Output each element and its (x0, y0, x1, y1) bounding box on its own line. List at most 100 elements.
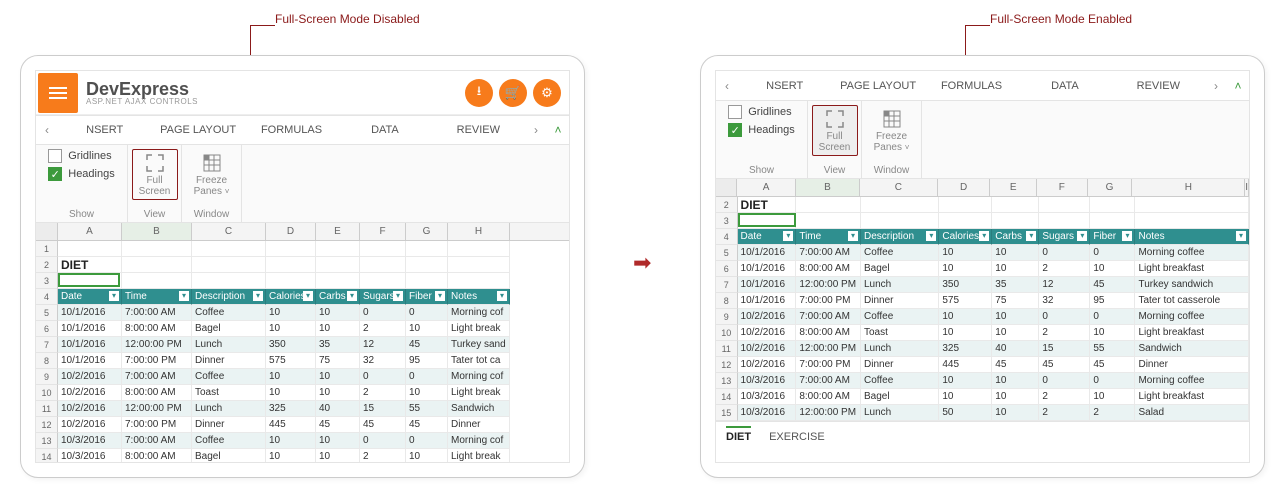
column-header-F[interactable]: F (1037, 179, 1088, 196)
gridlines-checkbox[interactable]: Gridlines (48, 149, 111, 163)
filter-dropdown-icon[interactable]: ▾ (179, 291, 189, 301)
table-header[interactable]: Date▾ (738, 229, 797, 245)
table-row[interactable]: 1010/2/20168:00:00 AMToast1010210Light b… (716, 325, 1249, 341)
fullscreen-button[interactable]: FullScreen (132, 149, 178, 200)
tab-insert[interactable]: NSERT (58, 124, 151, 136)
filter-dropdown-icon[interactable]: ▾ (435, 291, 445, 301)
table-row[interactable]: 1410/3/20168:00:00 AMBagel1010210Light b… (36, 449, 569, 463)
fullscreen-button[interactable]: FullScreen (812, 105, 858, 156)
sheet-tab-diet[interactable]: DIET (726, 426, 751, 443)
filter-dropdown-icon[interactable]: ▾ (979, 231, 989, 241)
table-header[interactable]: Calories▾ (939, 229, 992, 245)
filter-dropdown-icon[interactable]: ▾ (1122, 231, 1132, 241)
column-header-B[interactable]: B (796, 179, 860, 196)
tab-data[interactable]: DATA (1018, 80, 1111, 92)
table-row[interactable]: 710/1/201612:00:00 PMLunch350351245Turke… (36, 337, 569, 353)
download-icon[interactable]: ⭳ (465, 79, 493, 107)
column-header-E[interactable]: E (990, 179, 1037, 196)
table-row[interactable]: 710/1/201612:00:00 PMLunch350351245Turke… (716, 277, 1249, 293)
headings-checkbox[interactable]: ✓ Headings (728, 123, 794, 137)
tabs-prev-button[interactable]: ‹ (716, 79, 738, 93)
tab-formulas[interactable]: FORMULAS (925, 80, 1018, 92)
filter-dropdown-icon[interactable]: ▾ (347, 291, 357, 301)
table-row[interactable]: 1210/2/20167:00:00 PMDinner445454545Dinn… (36, 417, 569, 433)
table-row[interactable]: 1410/3/20168:00:00 AMBagel1010210Light b… (716, 389, 1249, 405)
table-header[interactable]: Description▾ (192, 289, 266, 305)
tab-formulas[interactable]: FORMULAS (245, 124, 338, 136)
column-header-B[interactable]: B (122, 223, 192, 240)
filter-dropdown-icon[interactable]: ▾ (303, 291, 313, 301)
table-row[interactable]: 810/1/20167:00:00 PMDinner575753295Tater… (716, 293, 1249, 309)
tabs-next-button[interactable]: › (1205, 79, 1227, 93)
tabs-next-button[interactable]: › (525, 123, 547, 137)
column-header-H[interactable]: H (448, 223, 510, 240)
column-header-I[interactable]: I (1245, 179, 1249, 196)
gridlines-checkbox[interactable]: Gridlines (728, 105, 791, 119)
filter-dropdown-icon[interactable]: ▾ (393, 291, 403, 301)
ribbon-collapse-button[interactable]: ˄ (1227, 79, 1249, 93)
table-row[interactable]: 810/1/20167:00:00 PMDinner575753295Tater… (36, 353, 569, 369)
table-header[interactable]: Notes▾ (1135, 229, 1249, 245)
filter-dropdown-icon[interactable]: ▾ (1236, 231, 1246, 241)
table-row[interactable]: 1110/2/201612:00:00 PMLunch325401555Sand… (716, 341, 1249, 357)
table-row[interactable]: 910/2/20167:00:00 AMCoffee101000Morning … (36, 369, 569, 385)
column-header-D[interactable]: D (266, 223, 316, 240)
table-row[interactable]: 510/1/20167:00:00 AMCoffee101000Morning … (36, 305, 569, 321)
table-header[interactable]: Fiber▾ (406, 289, 448, 305)
filter-dropdown-icon[interactable]: ▾ (109, 291, 119, 301)
spreadsheet-grid[interactable]: 2DIET34Date▾Time▾Description▾Calories▾Ca… (716, 197, 1249, 421)
filter-dropdown-icon[interactable]: ▾ (1077, 231, 1087, 241)
spreadsheet-grid[interactable]: 12DIET34Date▾Time▾Description▾Calories▾C… (36, 241, 569, 463)
table-header[interactable]: Sugars▾ (1039, 229, 1090, 245)
filter-dropdown-icon[interactable]: ▾ (783, 231, 793, 241)
table-row[interactable]: 1110/2/201612:00:00 PMLunch325401555Sand… (36, 401, 569, 417)
table-row[interactable]: 610/1/20168:00:00 AMBagel1010210Light br… (716, 261, 1249, 277)
table-header[interactable]: Calories▾ (266, 289, 316, 305)
column-header-G[interactable]: G (1088, 179, 1133, 196)
filter-dropdown-icon[interactable]: ▾ (497, 291, 507, 301)
table-header[interactable]: Carbs▾ (316, 289, 360, 305)
table-header[interactable]: Time▾ (796, 229, 861, 245)
filter-dropdown-icon[interactable]: ▾ (1026, 231, 1036, 241)
column-header-D[interactable]: D (938, 179, 991, 196)
column-header-A[interactable]: A (737, 179, 795, 196)
tab-review[interactable]: REVIEW (432, 124, 525, 136)
table-row[interactable]: 610/1/20168:00:00 AMBagel1010210Light br… (36, 321, 569, 337)
table-header[interactable]: Time▾ (122, 289, 192, 305)
tab-review[interactable]: REVIEW (1112, 80, 1205, 92)
table-row[interactable]: 1310/3/20167:00:00 AMCoffee101000Morning… (36, 433, 569, 449)
column-header-C[interactable]: C (192, 223, 266, 240)
tab-insert[interactable]: NSERT (738, 80, 831, 92)
table-header[interactable]: Sugars▾ (360, 289, 406, 305)
tab-page-layout[interactable]: PAGE LAYOUT (831, 80, 924, 92)
sheet-tab-exercise[interactable]: EXERCISE (769, 426, 825, 443)
table-header[interactable]: Carbs▾ (992, 229, 1039, 245)
tab-page-layout[interactable]: PAGE LAYOUT (151, 124, 244, 136)
filter-dropdown-icon[interactable]: ▾ (253, 291, 263, 301)
table-header[interactable]: Description▾ (861, 229, 939, 245)
table-header[interactable]: Notes▾ (448, 289, 510, 305)
column-header-C[interactable]: C (860, 179, 938, 196)
column-header-E[interactable]: E (316, 223, 360, 240)
freeze-panes-button[interactable]: FreezePanes ˅ (869, 105, 915, 156)
filter-dropdown-icon[interactable]: ▾ (926, 231, 936, 241)
tab-data[interactable]: DATA (338, 124, 431, 136)
table-header[interactable]: Date▾ (58, 289, 122, 305)
table-row[interactable]: 910/2/20167:00:00 AMCoffee101000Morning … (716, 309, 1249, 325)
headings-checkbox[interactable]: ✓ Headings (48, 167, 114, 181)
table-row[interactable]: 1010/2/20168:00:00 AMToast1010210Light b… (36, 385, 569, 401)
column-header-F[interactable]: F (360, 223, 406, 240)
table-row[interactable]: 1310/3/20167:00:00 AMCoffee101000Morning… (716, 373, 1249, 389)
column-header-H[interactable]: H (1132, 179, 1245, 196)
table-row[interactable]: 1210/2/20167:00:00 PMDinner445454545Dinn… (716, 357, 1249, 373)
table-row[interactable]: 1510/3/201612:00:00 PMLunch501022Salad (716, 405, 1249, 421)
cart-icon[interactable]: 🛒 (499, 79, 527, 107)
tabs-prev-button[interactable]: ‹ (36, 123, 58, 137)
gear-icon[interactable]: ⚙ (533, 79, 561, 107)
table-row[interactable]: 510/1/20167:00:00 AMCoffee101000Morning … (716, 245, 1249, 261)
column-header-A[interactable]: A (58, 223, 122, 240)
hamburger-button[interactable] (38, 73, 78, 113)
table-header[interactable]: Fiber▾ (1090, 229, 1135, 245)
column-header-G[interactable]: G (406, 223, 448, 240)
freeze-panes-button[interactable]: FreezePanes ˅ (189, 149, 235, 200)
